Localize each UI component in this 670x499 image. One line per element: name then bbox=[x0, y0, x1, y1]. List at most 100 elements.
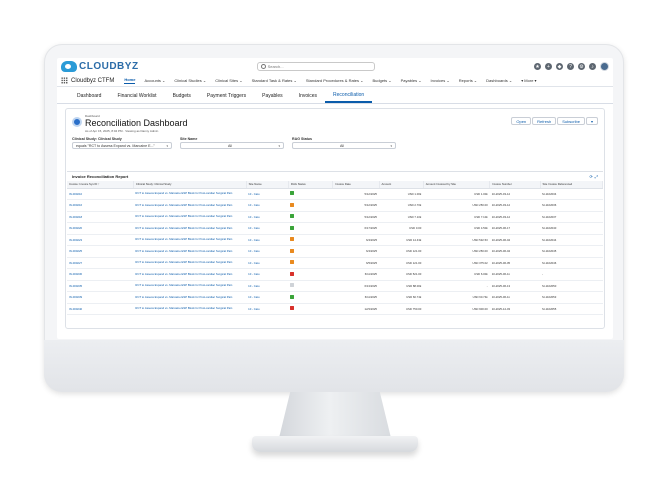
site-name-link[interactable]: 10 - Cato bbox=[246, 257, 289, 269]
site-name-link[interactable]: 10 - Cato bbox=[246, 245, 289, 258]
clinical-study-link[interactable]: RCT to Assess Expand vs. Marcaine ESP Bl… bbox=[133, 199, 247, 212]
nav-item-reports[interactable]: Reports ⌄ bbox=[459, 78, 477, 83]
clinical-study-link[interactable]: RCT to Assess Expand vs. Marcaine ESP Bl… bbox=[133, 222, 247, 235]
tab-financial-worklist[interactable]: Financial Worklist bbox=[109, 93, 164, 103]
avatar[interactable] bbox=[600, 62, 609, 71]
table-row[interactable]: IN-000235 RCT to Assess Expand vs. Marcai… bbox=[67, 280, 603, 292]
column-header[interactable]: Amount Invoiced by Site bbox=[423, 181, 491, 189]
monitor-chin bbox=[44, 340, 624, 392]
clinical-study-link[interactable]: RCT to Assess Expand vs. Marcaine ESP Bl… bbox=[133, 257, 247, 269]
site-name-link[interactable]: 10 - Cato bbox=[246, 222, 289, 235]
filter-rag-status-select[interactable]: All ▾ bbox=[292, 142, 396, 149]
tab-budgets[interactable]: Budgets bbox=[165, 93, 199, 103]
invoice-id-link[interactable]: IN-000240 bbox=[67, 303, 134, 315]
column-header[interactable]: Invoice Date bbox=[332, 181, 380, 189]
nav-item-standard-task-rates[interactable]: Standard Task & Rates ⌄ bbox=[252, 78, 297, 83]
refresh-icon[interactable]: ⟳ bbox=[589, 174, 592, 179]
site-invoice-ref-cell: - bbox=[540, 268, 603, 281]
invoice-date-cell: 5/12/2025 bbox=[332, 188, 379, 200]
refresh-button[interactable]: Refresh bbox=[532, 117, 557, 125]
monitor-stand-base bbox=[252, 436, 418, 452]
tab-dashboard[interactable]: Dashboard bbox=[69, 93, 109, 103]
nav-item-standard-procedures-rates[interactable]: Standard Procedures & Rates ⌄ bbox=[306, 78, 364, 83]
column-header[interactable]: Site Name bbox=[246, 181, 289, 189]
trailhead-icon[interactable]: ◆ bbox=[556, 63, 563, 70]
tab-invoices[interactable]: Invoices bbox=[291, 93, 325, 103]
clinical-study-link[interactable]: RCT to Assess Expand vs. Marcaine ESP Bl… bbox=[133, 280, 247, 292]
clinical-study-link[interactable]: RCT to Assess Expand vs. Marcaine ESP Bl… bbox=[133, 245, 247, 258]
table-row[interactable]: IN-000218 RCT to Assess Expand vs. Marcai… bbox=[67, 211, 603, 223]
table-row[interactable]: IN-000210 RCT to Assess Expand vs. Marcai… bbox=[67, 188, 603, 200]
column-header[interactable]: RAG Status bbox=[288, 181, 334, 189]
invoice-number-cell: 10-2025-06-05 bbox=[489, 257, 541, 269]
clinical-study-link[interactable]: RCT to Assess Expand vs. Marcaine ESP Bl… bbox=[133, 291, 247, 304]
clinical-study-link[interactable]: RCT to Assess Expand vs. Marcaine ESP Bl… bbox=[133, 188, 247, 200]
invoice-id-link[interactable]: IN-000230 bbox=[67, 268, 134, 281]
app-launcher-icon[interactable] bbox=[61, 77, 68, 84]
invoice-id-link[interactable]: IN-000210 bbox=[67, 188, 134, 200]
column-header[interactable]: Invoice: Invoice Sys ID ↑ bbox=[67, 181, 134, 189]
amount-cell: USD 2.70k bbox=[379, 199, 424, 212]
logo[interactable]: CLOUDBYZ bbox=[61, 61, 139, 72]
clinical-study-link[interactable]: RCT to Assess Expand vs. Marcaine ESP Bl… bbox=[133, 268, 247, 281]
filter-site-name-select[interactable]: All ▾ bbox=[180, 142, 284, 149]
favorites-icon[interactable]: ★ bbox=[534, 63, 541, 70]
help-icon[interactable]: ? bbox=[567, 63, 574, 70]
nav-item-payables[interactable]: Payables ⌄ bbox=[401, 78, 422, 83]
site-name-link[interactable]: 10 - Cato bbox=[246, 211, 289, 223]
table-row[interactable]: IN-000225 RCT to Assess Expand vs. Marcai… bbox=[67, 245, 603, 258]
table-row[interactable]: IN-000240 RCT to Assess Expand vs. Marcai… bbox=[67, 303, 603, 315]
expand-icon[interactable]: ⤢ bbox=[595, 174, 598, 179]
table-row[interactable]: IN-000227 RCT to Assess Expand vs. Marcai… bbox=[67, 257, 603, 269]
table-row[interactable]: IN-000216 RCT to Assess Expand vs. Marcai… bbox=[67, 199, 603, 212]
clinical-study-link[interactable]: RCT to Assess Expand vs. Marcaine ESP Bl… bbox=[133, 234, 247, 246]
more-actions-button[interactable]: ▾ bbox=[585, 117, 598, 125]
nav-item-clinical-studies[interactable]: Clinical Studies ⌄ bbox=[174, 78, 206, 83]
column-header[interactable]: Amount bbox=[379, 181, 424, 189]
site-name-link[interactable]: 10 - Cato bbox=[246, 291, 289, 304]
invoice-id-link[interactable]: IN-000225 bbox=[67, 245, 134, 258]
site-name-link[interactable]: 10 - Cato bbox=[246, 188, 289, 200]
gear-icon[interactable]: ⚙ bbox=[578, 63, 585, 70]
nav-item-invoices[interactable]: Invoices ⌄ bbox=[431, 78, 450, 83]
bell-icon[interactable]: ♪ bbox=[589, 63, 596, 70]
open-button[interactable]: Open bbox=[511, 117, 532, 125]
filter-clinical-study-select[interactable]: equals "RCT to Assess Expand vs. Marcain… bbox=[72, 142, 172, 149]
site-name-link[interactable]: 10 - Cato bbox=[246, 280, 289, 292]
invoice-id-link[interactable]: IN-000216 bbox=[67, 199, 134, 212]
nav-item-home[interactable]: Home bbox=[124, 77, 136, 84]
clinical-study-link[interactable]: RCT to Assess Expand vs. Marcaine ESP Bl… bbox=[133, 211, 247, 223]
site-name-link[interactable]: 10 - Cato bbox=[246, 199, 289, 212]
table-row[interactable]: IN-000223 RCT to Assess Expand vs. Marcai… bbox=[67, 234, 603, 246]
invoice-id-link[interactable]: IN-000223 bbox=[67, 234, 134, 246]
search-input[interactable]: Search... bbox=[256, 62, 375, 71]
invoice-id-link[interactable]: IN-000218 bbox=[67, 211, 134, 223]
nav-item-budgets[interactable]: Budgets ⌄ bbox=[372, 78, 391, 83]
invoice-id-link[interactable]: IN-000220 bbox=[67, 222, 134, 235]
amount-invoiced-cell: USD 4.50k bbox=[423, 222, 490, 235]
invoice-id-link[interactable]: IN-000239 bbox=[67, 291, 134, 304]
subscribe-button[interactable]: Subscribe bbox=[557, 117, 585, 125]
invoice-id-link[interactable]: IN-000227 bbox=[67, 257, 134, 269]
tab-reconciliation[interactable]: Reconciliation bbox=[325, 92, 373, 103]
add-icon[interactable]: + bbox=[545, 63, 552, 70]
tab-payables[interactable]: Payables bbox=[254, 93, 291, 103]
site-name-link[interactable]: 10 - Cato bbox=[246, 268, 289, 281]
nav-item-accounts[interactable]: Accounts ⌄ bbox=[144, 78, 165, 83]
nav-item-more[interactable]: ▾ More ▾ bbox=[521, 78, 536, 83]
site-name-link[interactable]: 10 - Cato bbox=[246, 234, 289, 246]
site-name-link[interactable]: 10 - Cato bbox=[246, 303, 289, 315]
column-header[interactable]: Clinical Study: Clinical Study bbox=[133, 181, 247, 189]
column-header[interactable]: Site Invoice Referenced bbox=[540, 181, 604, 189]
nav-item-dashboards[interactable]: Dashboards ⌄ bbox=[486, 78, 512, 83]
nav-item-clinical-sites[interactable]: Clinical Sites ⌄ bbox=[215, 78, 242, 83]
table-row[interactable]: IN-000220 RCT to Assess Expand vs. Marcai… bbox=[67, 222, 603, 235]
table-row[interactable]: IN-000230 RCT to Assess Expand vs. Marcai… bbox=[67, 268, 603, 281]
table-row[interactable]: IN-000239 RCT to Assess Expand vs. Marcai… bbox=[67, 291, 603, 304]
clinical-study-link[interactable]: RCT to Assess Expand vs. Marcaine ESP Bl… bbox=[133, 303, 247, 315]
report-title: Invoice Reconciliation Report bbox=[72, 174, 129, 179]
invoice-date-cell: 6/11/2025 bbox=[332, 291, 379, 304]
column-header[interactable]: Invoice Number bbox=[489, 181, 541, 189]
invoice-id-link[interactable]: IN-000235 bbox=[67, 280, 134, 292]
tab-payment-triggers[interactable]: Payment Triggers bbox=[199, 93, 254, 103]
